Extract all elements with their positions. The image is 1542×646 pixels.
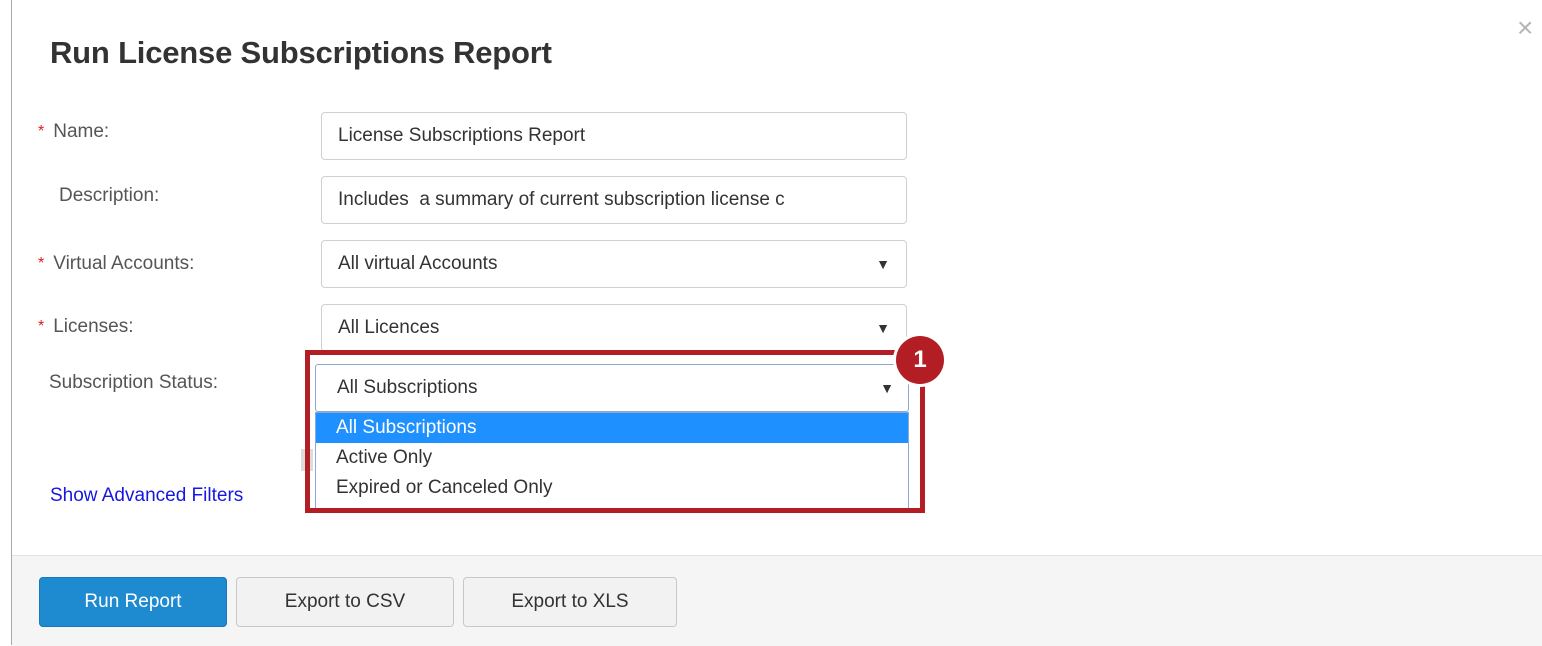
export-csv-button[interactable]: Export to CSV [236, 577, 454, 627]
chevron-down-icon: ▼ [876, 320, 890, 336]
subscription-status-select[interactable]: All Subscriptions ▼ [315, 364, 909, 412]
description-label: Description: [59, 185, 160, 206]
subscription-status-label: Subscription Status: [49, 372, 218, 393]
chevron-down-icon: ▼ [876, 256, 890, 272]
required-marker: * [38, 255, 45, 272]
option-expired-or-canceled[interactable]: Expired or Canceled Only [316, 473, 908, 503]
run-report-button[interactable]: Run Report [39, 577, 227, 627]
subscription-status-options: All Subscriptions Active Only Expired or… [315, 412, 909, 510]
virtual-accounts-value: All virtual Accounts [338, 253, 498, 274]
description-input[interactable] [338, 178, 898, 222]
close-icon[interactable]: × [1517, 14, 1533, 42]
option-active-only[interactable]: Active Only [316, 443, 908, 473]
show-advanced-filters-link[interactable]: Show Advanced Filters [50, 485, 243, 507]
name-field[interactable] [321, 112, 907, 160]
name-input[interactable] [338, 114, 898, 158]
dialog-footer: Run Report Export to CSV Export to XLS [12, 555, 1542, 646]
licenses-value: All Licences [338, 317, 440, 338]
chevron-down-icon: ▼ [880, 380, 894, 396]
export-xls-button[interactable]: Export to XLS [463, 577, 677, 627]
licenses-label: * Licenses: [38, 316, 134, 337]
option-all-subscriptions[interactable]: All Subscriptions [316, 413, 908, 443]
virtual-accounts-label: * Virtual Accounts: [38, 253, 195, 274]
callout-badge: 1 [896, 336, 944, 384]
hidden-checkbox [301, 449, 313, 471]
dialog-title: Run License Subscriptions Report [50, 35, 552, 70]
description-field[interactable] [321, 176, 907, 224]
licenses-select[interactable]: All Licences ▼ [321, 304, 907, 352]
required-marker: * [38, 318, 45, 335]
subscription-status-value: All Subscriptions [337, 377, 478, 398]
virtual-accounts-select[interactable]: All virtual Accounts ▼ [321, 240, 907, 288]
report-dialog: Run License Subscriptions Report × * Name… [11, 0, 1542, 646]
name-label: * Name: [38, 121, 110, 142]
required-marker: * [38, 123, 45, 140]
